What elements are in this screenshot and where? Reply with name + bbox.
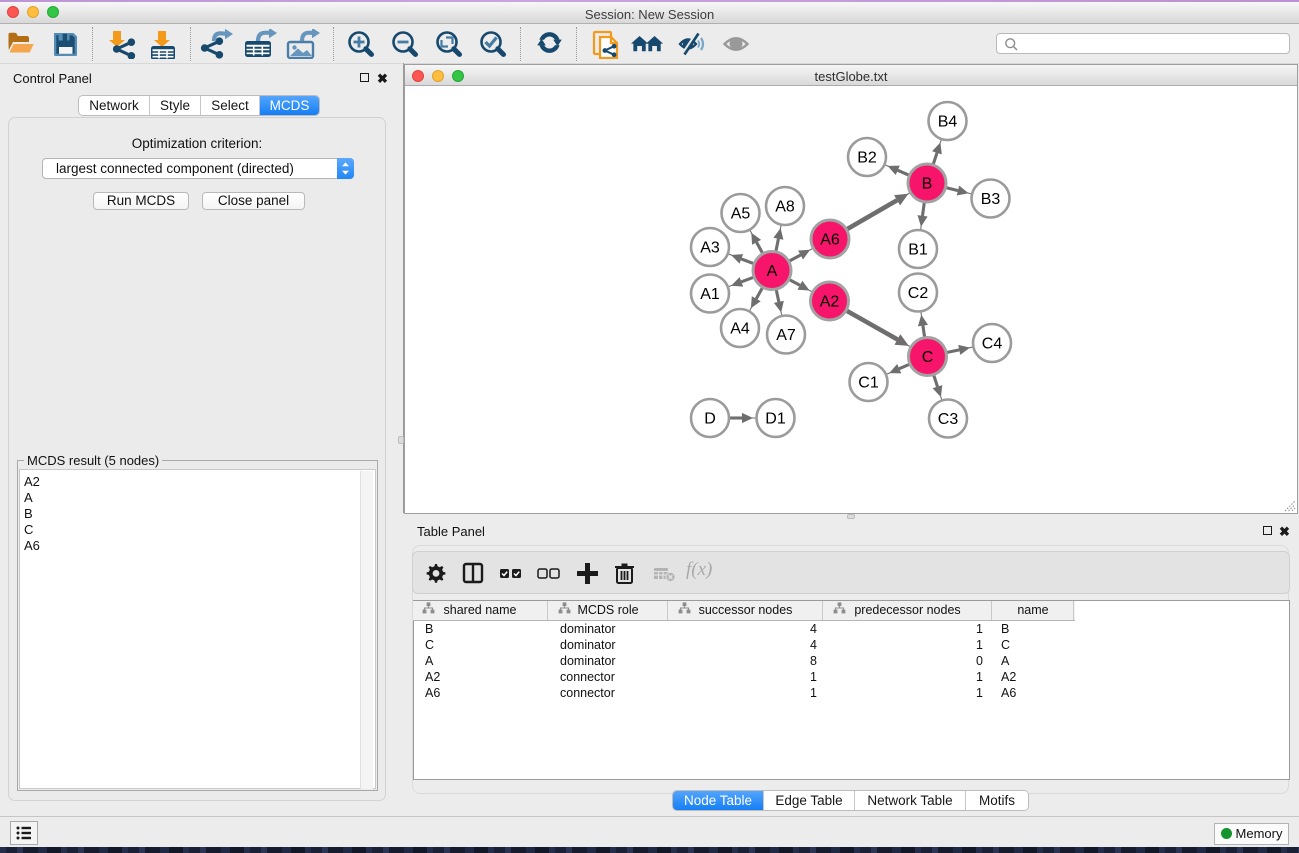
svg-text:A4: A4 [730,321,750,338]
svg-text:B4: B4 [938,114,958,131]
svg-text:A5: A5 [731,206,751,223]
svg-text:B3: B3 [981,191,1001,208]
svg-text:C4: C4 [982,336,1003,353]
svg-text:C3: C3 [938,411,959,428]
svg-text:C1: C1 [858,375,879,392]
svg-text:B1: B1 [908,242,928,259]
svg-text:C2: C2 [908,285,929,302]
svg-text:D1: D1 [765,411,786,428]
svg-text:A7: A7 [776,327,796,344]
svg-text:A6: A6 [820,232,840,249]
svg-text:A2: A2 [820,294,840,311]
svg-text:D: D [704,411,716,428]
svg-text:A8: A8 [775,199,795,216]
svg-text:B2: B2 [857,150,877,167]
svg-text:B: B [922,176,933,193]
svg-text:A3: A3 [700,240,720,257]
svg-text:C: C [922,349,934,366]
svg-text:A1: A1 [700,286,720,303]
svg-text:A: A [767,263,778,280]
